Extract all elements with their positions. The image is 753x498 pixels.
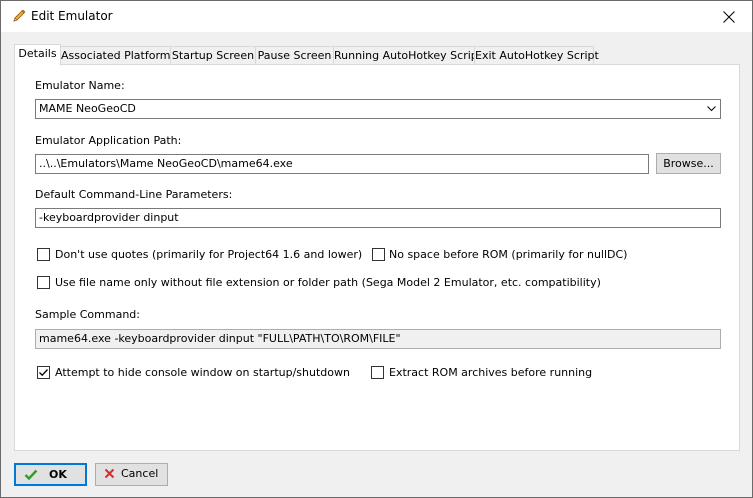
file-name-only-checkbox[interactable] xyxy=(37,276,50,289)
tab-details[interactable]: Details xyxy=(14,44,61,66)
tab-pause-screen[interactable]: Pause Screen xyxy=(255,46,334,65)
ok-label: OK xyxy=(49,468,67,481)
title-bar: Edit Emulator xyxy=(1,1,752,32)
extract-rom-label[interactable]: Extract ROM archives before running xyxy=(389,366,592,379)
emulator-name-label: Emulator Name: xyxy=(35,79,125,92)
checkmark-icon xyxy=(39,369,48,377)
no-space-checkbox[interactable] xyxy=(372,248,385,261)
pencil-icon xyxy=(11,8,27,24)
cancel-label: Cancel xyxy=(121,467,159,480)
cmdline-input[interactable]: -keyboardprovider dinput xyxy=(35,208,721,228)
details-panel: Emulator Name: MAME NeoGeoCD Emulator Ap… xyxy=(14,64,740,451)
browse-button[interactable]: Browse... xyxy=(656,153,721,174)
edit-emulator-window: Edit Emulator Details Associated Platfor… xyxy=(0,0,753,498)
no-space-label[interactable]: No space before ROM (primarily for nullD… xyxy=(389,248,627,261)
tab-startup-screen[interactable]: Startup Screen xyxy=(170,46,256,65)
tab-exit-autohotkey-script[interactable]: Exit AutoHotkey Script xyxy=(474,46,599,65)
tab-running-autohotkey-script[interactable]: Running AutoHotkey Script xyxy=(333,46,482,65)
close-button[interactable] xyxy=(706,1,752,32)
close-icon xyxy=(723,11,735,23)
checkmark-icon xyxy=(24,469,38,481)
app-path-input[interactable]: ..\..\Emulators\Mame NeoGeoCD\mame64.exe xyxy=(35,154,649,174)
emulator-name-dropdown[interactable]: MAME NeoGeoCD xyxy=(35,99,721,119)
ok-button[interactable]: OK xyxy=(14,463,87,486)
no-quotes-label[interactable]: Don't use quotes (primarily for Project6… xyxy=(55,248,362,261)
app-path-label: Emulator Application Path: xyxy=(35,134,182,147)
cancel-x-icon xyxy=(104,468,115,479)
window-title: Edit Emulator xyxy=(31,9,113,23)
extract-rom-checkbox[interactable] xyxy=(371,366,384,379)
no-quotes-checkbox[interactable] xyxy=(37,248,50,261)
hide-console-checkbox[interactable] xyxy=(37,366,50,379)
tab-associated-platforms[interactable]: Associated Platforms xyxy=(60,46,176,65)
sample-command-label: Sample Command: xyxy=(35,308,140,321)
file-name-only-label[interactable]: Use file name only without file extensio… xyxy=(55,276,601,289)
emulator-name-value: MAME NeoGeoCD xyxy=(39,102,136,115)
chevron-down-icon xyxy=(707,106,716,112)
cmdline-label: Default Command-Line Parameters: xyxy=(35,188,233,201)
hide-console-label[interactable]: Attempt to hide console window on startu… xyxy=(55,366,350,379)
sample-command-field: mame64.exe -keyboardprovider dinput "FUL… xyxy=(35,329,721,349)
cancel-button[interactable]: Cancel xyxy=(95,463,168,486)
